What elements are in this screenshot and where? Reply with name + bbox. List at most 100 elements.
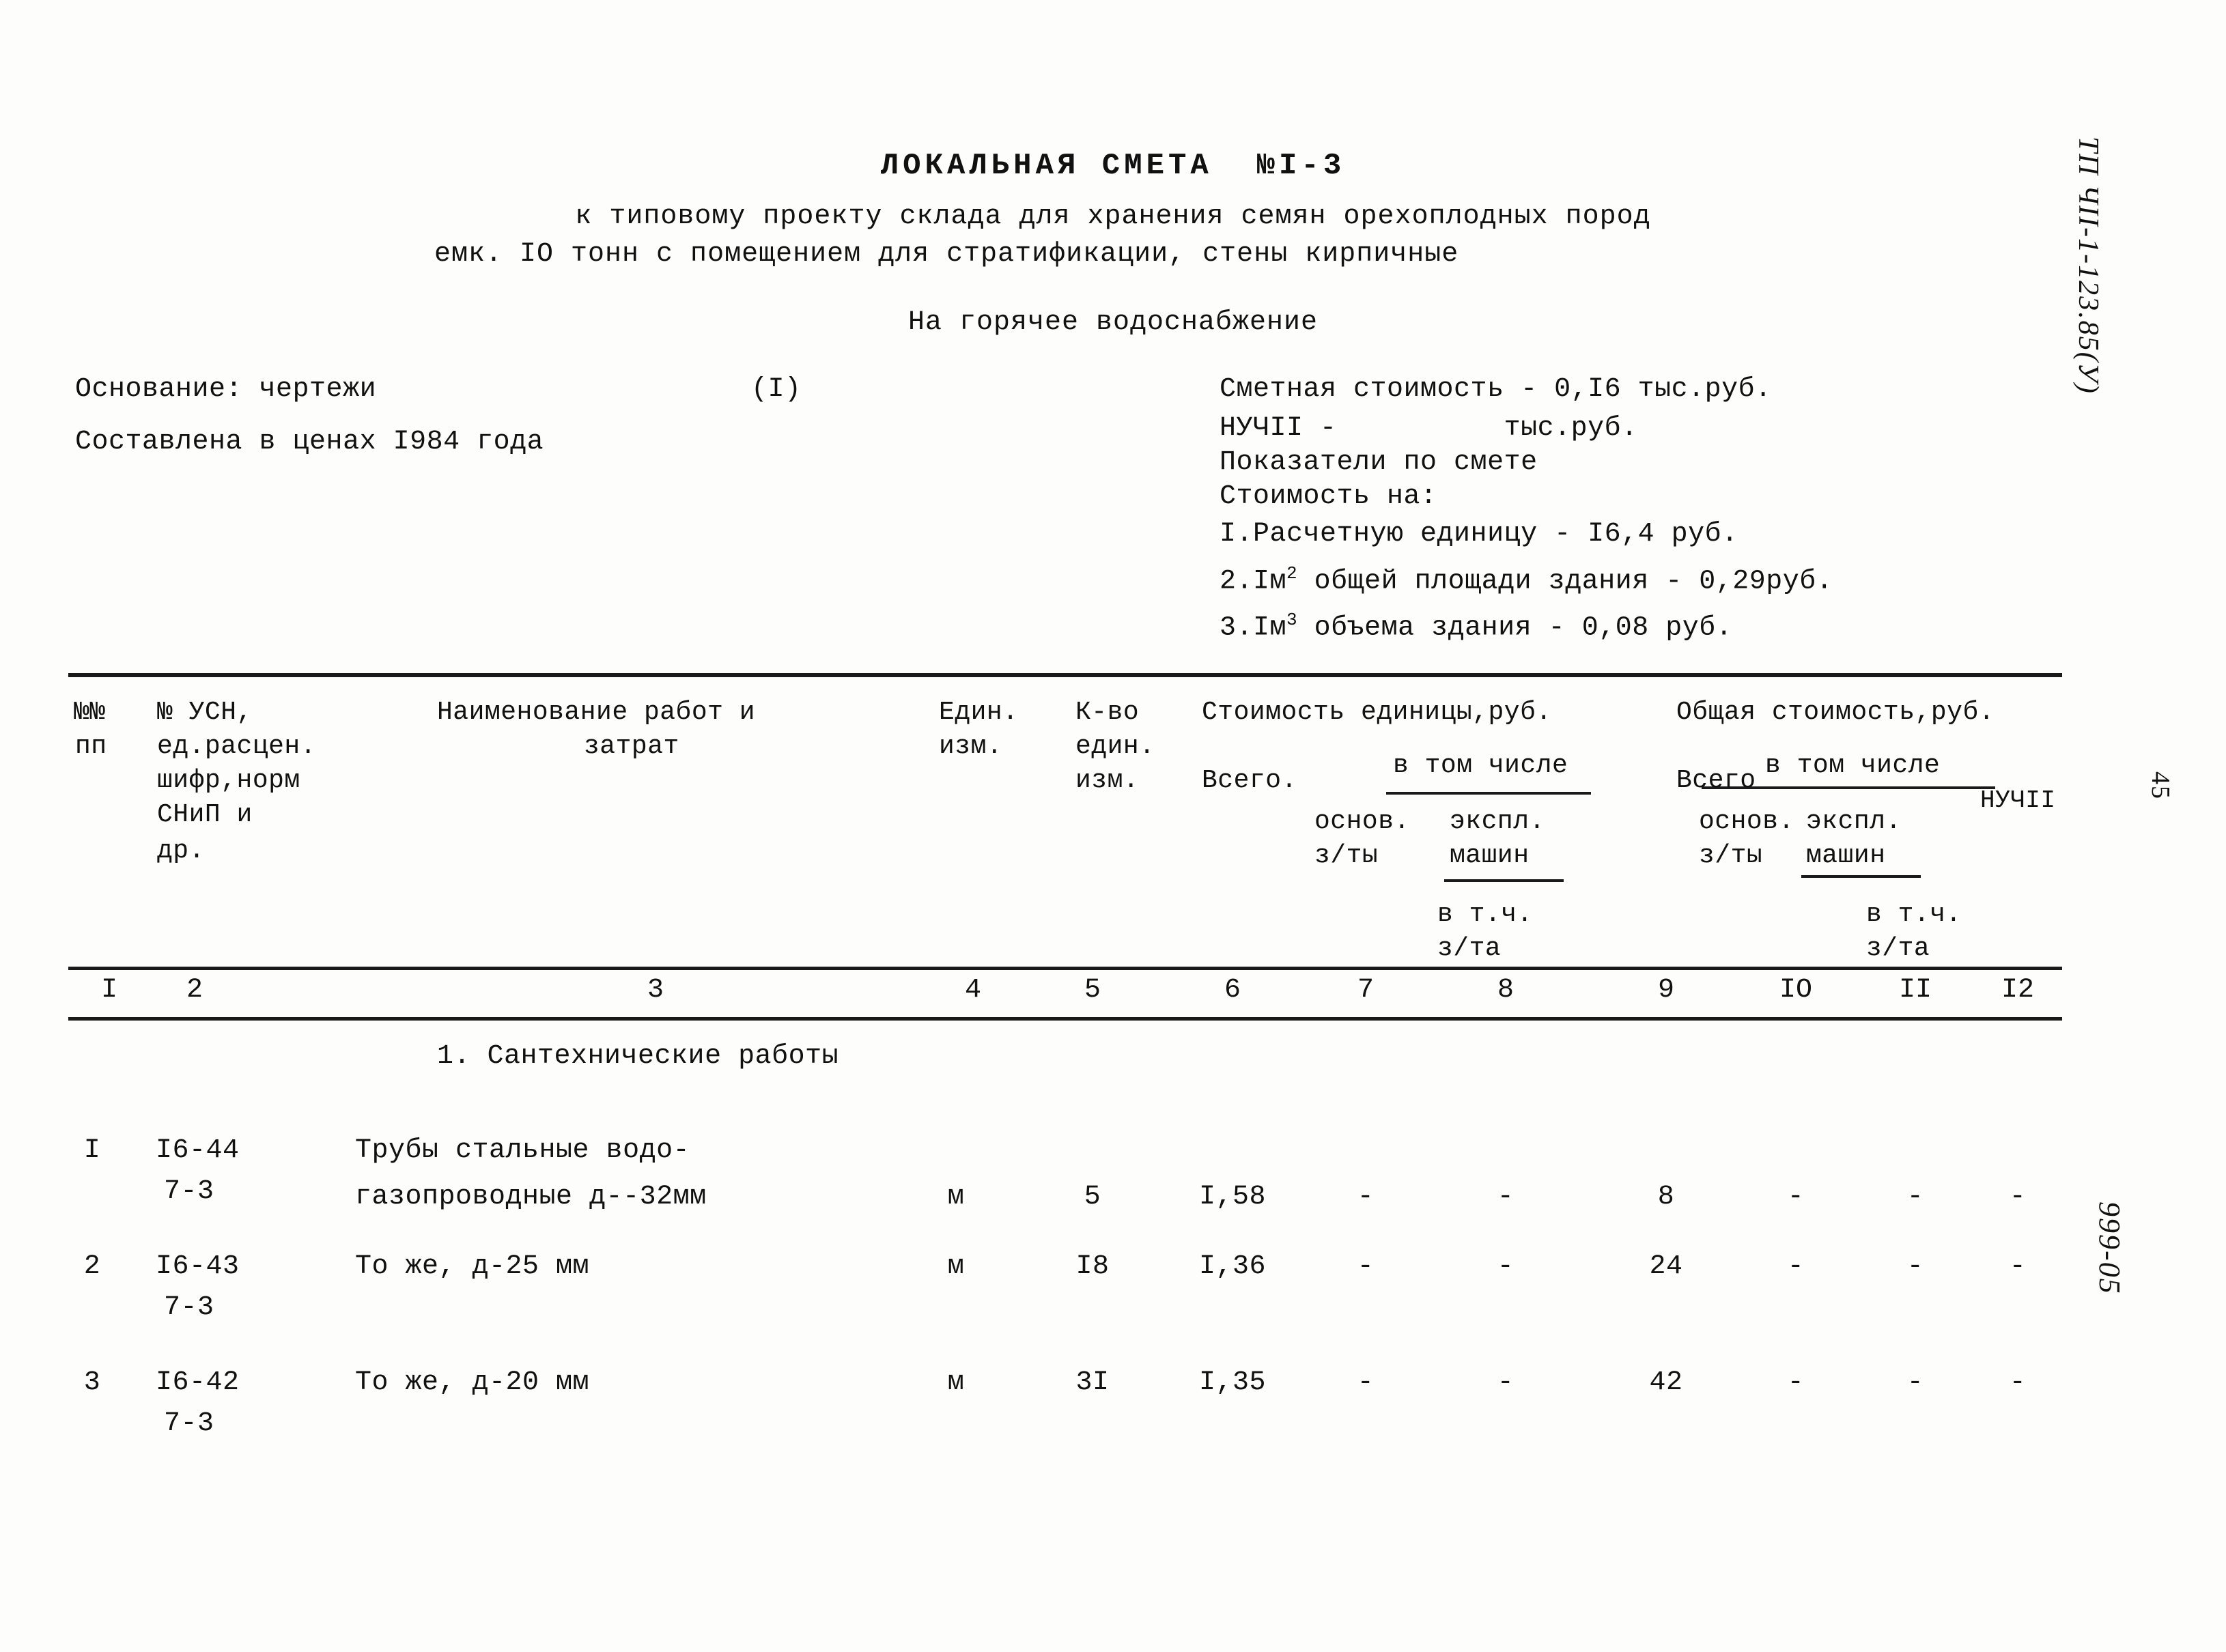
header-zta-total: з/та [1866,934,1930,963]
header-ekspl-unit: экспл. [1450,807,1545,836]
row-usn-code-line2: 7-3 [164,1176,214,1207]
row-pp: 2 [83,1251,101,1282]
header-vsego-total: Всего [1676,766,1756,795]
row-total-ekspl: - [1906,1367,1924,1398]
column-number-6: 6 [1224,975,1241,1006]
page-title: ЛОКАЛЬНАЯ СМЕТА №I-3 [880,149,1346,183]
header-zty-total: з/ты [1699,841,1763,870]
header-osnov-unit: основ. [1314,807,1410,836]
row-name-line2: газопроводные д--32мм [355,1182,707,1212]
row-unit: м [947,1251,965,1282]
column-number-4: 4 [964,975,981,1006]
header-dr: др. [157,836,205,866]
row-nuchii: - [2009,1367,2027,1398]
header-vsego-unit: Всего. [1202,766,1297,795]
column-number-10: IO [1779,975,1812,1006]
summary-item-2: 2.Iм2 общей площади здания - 0,29руб. [1220,563,1833,597]
row-nuchii: - [2009,1182,2027,1212]
row-name-line1: То же, д-25 мм [355,1251,590,1282]
row-total-osnov: - [1787,1251,1805,1282]
row-pp: 3 [83,1367,101,1398]
column-number-1: I [100,975,117,1006]
header-mashin-total: машин [1806,841,1886,870]
column-number-9: 9 [1657,975,1674,1006]
machines-underline-total [1801,875,1921,878]
summary-item-2-superscript: 2 [1286,563,1298,584]
header-zatrat: затрат [584,732,679,761]
header-ekspl-total: экспл. [1806,807,1902,836]
section-heading: 1. Сантехнические работы [437,1041,839,1072]
summary-item-1: I.Расчетную единицу - I6,4 руб. [1220,519,1738,550]
row-unit-total: I,35 [1198,1367,1266,1398]
header-osnov-total: основ. [1699,807,1794,836]
header-ed-rascen: ед.расцен. [157,732,317,761]
header-izm: изм. [939,732,1003,761]
row-total: 8 [1657,1182,1675,1212]
row-total-osnov: - [1787,1182,1805,1212]
row-usn-code-line2: 7-3 [164,1408,214,1439]
column-number-7: 7 [1357,975,1374,1006]
row-qty: 5 [1084,1182,1101,1212]
margin-bottom-code: 999-05 [2093,1201,2126,1295]
row-usn-code: I6-44 [156,1135,240,1166]
row-usn-code: I6-42 [156,1367,240,1398]
header-kvo: К-во [1075,698,1140,727]
row-unit-total: I,58 [1198,1182,1266,1212]
header-izm-2: изм. [1075,766,1140,795]
prices-label: Составлена в ценах I984 года [75,427,544,457]
header-num-num: №№ [74,698,106,727]
row-total-ekspl: - [1906,1251,1924,1282]
margin-project-code: ТП ЧII-1-123.85(У) [2072,137,2104,395]
header-edin-2: един. [1075,732,1155,761]
header-mashin-unit: машин [1450,841,1530,870]
summary-item-2-post: общей площади здания - 0,29руб. [1297,566,1833,597]
summary-item-3-superscript: 3 [1286,610,1298,630]
header-edin: Един. [939,698,1019,727]
header-in-which-total: в том числе [1765,751,1941,780]
row-unit-osnov: - [1357,1367,1375,1398]
column-number-3: 3 [647,975,664,1006]
header-obshchaya-stoimost: Общая стоимость,руб. [1676,698,1995,727]
row-total: 42 [1649,1367,1683,1398]
row-unit-ekspl: - [1497,1367,1514,1398]
basis-note: (I) [751,374,802,405]
header-zta-unit: з/та [1437,934,1502,963]
summary-item-3-post: объема здания - 0,08 руб. [1297,612,1733,644]
column-number-8: 8 [1497,975,1514,1006]
row-qty: 3I [1075,1367,1110,1398]
row-name-line1: То же, д-20 мм [355,1367,590,1398]
row-unit-osnov: - [1357,1182,1375,1212]
document-page: ЛОКАЛЬНАЯ СМЕТА №I-3 к типовому проекту … [0,0,2226,1652]
column-number-top-rule [68,967,2062,970]
header-shifr-norm: шифр,норм [157,766,300,795]
margin-page-number: 45 [2146,771,2175,800]
header-pp: пп [75,732,107,761]
in-which-underline-unit [1386,792,1591,795]
row-total-osnov: - [1787,1367,1805,1398]
column-number-12: I2 [2001,975,2034,1006]
row-usn-code: I6-43 [156,1251,240,1282]
column-number-bottom-rule [68,1017,2062,1021]
header-snip: СНиП и [157,800,253,829]
row-qty: I8 [1075,1251,1110,1282]
header-usn: № УСН, [157,698,253,727]
header-zty-unit: з/ты [1314,841,1379,870]
subtitle-line-1: к типовому проекту склада для хранения с… [575,201,1651,232]
row-unit: м [947,1367,965,1398]
row-total-ekspl: - [1906,1182,1924,1212]
summary-item-2-pre: 2.Iм [1220,566,1287,597]
row-usn-code-line2: 7-3 [164,1292,214,1323]
nuchii-value: НУЧII - тыс.руб. [1220,413,1638,444]
subtitle-line-3: На горячее водоснабжение [907,307,1319,338]
column-number-2: 2 [186,975,203,1006]
header-stoimost-edinicy: Стоимость единицы,руб. [1202,698,1552,727]
header-naimenovanie: Наименование работ и [437,698,756,727]
table-top-rule [68,673,2062,677]
cost-for-label: Стоимость на: [1220,481,1437,512]
row-pp: I [83,1135,101,1166]
estimate-cost: Сметная стоимость - 0,I6 тыс.руб. [1220,374,1772,405]
summary-item-3: 3.Iм3 объема здания - 0,08 руб. [1220,610,1732,643]
basis-label: Основание: чертежи [75,374,377,405]
subtitle-line-2: емк. IО тонн с помещением для стратифика… [434,239,1459,270]
indicators-label: Показатели по смете [1220,447,1538,478]
